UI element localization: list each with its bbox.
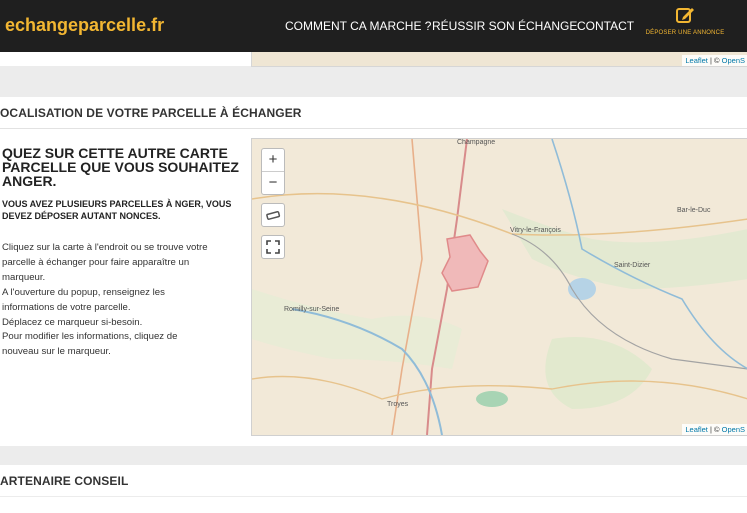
leaflet-link[interactable]: Leaflet: [685, 56, 708, 65]
zoom-out-button[interactable]: −: [262, 171, 284, 194]
map-town-label: Saint-Dizier: [614, 262, 651, 269]
instructions-steps: Cliquez sur la carte à l'endroit ou se t…: [2, 241, 242, 360]
post-ad-label: DÉPOSER UNE ANNONCE: [645, 30, 725, 36]
map-tiles: [252, 139, 747, 435]
partner-header: ARTENAIRE CONSEIL: [0, 465, 747, 496]
map-town-label: Champagne: [457, 139, 496, 146]
map-town-label: Romilly-sur-Seine: [284, 306, 340, 313]
previous-map[interactable]: Leaflet | © OpenS: [251, 52, 747, 67]
instructions-heading: QUEZ SUR CETTE AUTRE CARTE PARCELLE QUE …: [2, 145, 239, 189]
step-line: A l'ouverture du popup, renseignez les: [2, 286, 165, 298]
map-attribution: Leaflet | © OpenS: [682, 424, 747, 435]
parcel-map[interactable]: Champagne Vitry-le-François Bar-le-Duc S…: [251, 138, 747, 436]
site-logo[interactable]: echangeparcelle.fr: [5, 15, 164, 36]
map-town-label: Vitry-le-François: [510, 227, 561, 234]
top-navbar: echangeparcelle.fr COMMENT CA MARCHE ? R…: [0, 0, 747, 52]
section-title: OCALISATION DE VOTRE PARCELLE À ÉCHANGER: [0, 106, 302, 120]
fullscreen-button[interactable]: [261, 235, 285, 259]
leaflet-link[interactable]: Leaflet: [685, 425, 708, 434]
eraser-button[interactable]: [261, 203, 285, 227]
partner-body: [0, 497, 747, 513]
step-line: marqueur.: [2, 271, 46, 283]
edit-icon: [676, 8, 694, 23]
fullscreen-icon: [266, 240, 280, 254]
step-line: Déplacez ce marqueur si-besoin.: [2, 316, 143, 328]
osm-link[interactable]: OpenS: [722, 56, 745, 65]
step-line: Cliquez sur la carte à l'endroit ou se t…: [2, 242, 208, 253]
zoom-control: + −: [261, 148, 285, 195]
nav-link-how-it-works[interactable]: COMMENT CA MARCHE ?: [285, 19, 431, 33]
step-line: nouveau sur le marqueur.: [2, 346, 111, 358]
step-line: informations de votre parcelle.: [2, 301, 131, 313]
section-header: OCALISATION DE VOTRE PARCELLE À ÉCHANGER: [0, 97, 747, 129]
step-line: parcelle à échanger pour faire apparaîtr…: [2, 256, 190, 268]
post-ad-button[interactable]: DÉPOSER UNE ANNONCE: [640, 6, 730, 36]
osm-link[interactable]: OpenS: [722, 425, 745, 434]
nav-link-contact[interactable]: CONTACT: [577, 19, 634, 33]
map-town-label: Troyes: [387, 401, 409, 408]
nav-link-successful-exchange[interactable]: RÉUSSIR SON ÉCHANGE: [432, 19, 577, 33]
step-line: Pour modifier les informations, cliquez …: [2, 331, 178, 343]
eraser-icon: [266, 210, 281, 220]
map-attribution: Leaflet | © OpenS: [682, 55, 747, 66]
zoom-in-button[interactable]: +: [262, 149, 284, 171]
map-town-label: Bar-le-Duc: [677, 207, 711, 214]
instructions-subheading: VOUS AVEZ PLUSIEURS PARCELLES À NGER, VO…: [2, 199, 232, 221]
partner-title: ARTENAIRE CONSEIL: [0, 474, 129, 488]
